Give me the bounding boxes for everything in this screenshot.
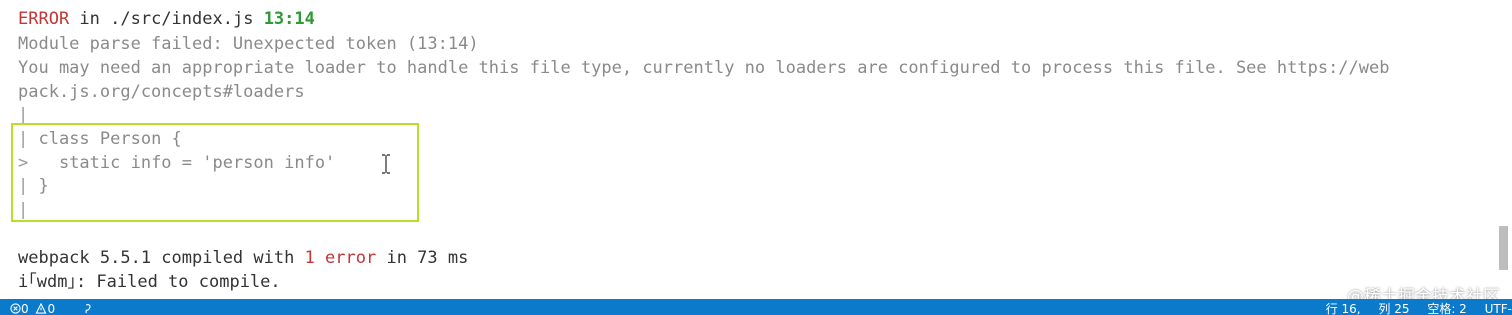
compile-error-count: 1 error	[304, 248, 377, 268]
compile-summary-prefix: webpack 5.5.1 compiled with	[18, 248, 305, 268]
error-label: ERROR	[18, 9, 70, 29]
warning-triangle-icon	[35, 302, 47, 314]
warnings-count: 0	[47, 302, 56, 315]
status-bar: 0 0 行 16, 列 25 空格: 2 UTF-	[0, 299, 1512, 315]
terminal-scrollbar[interactable]	[1494, 0, 1512, 299]
file-encoding[interactable]: UTF-	[1485, 302, 1512, 315]
error-position: 13:14	[263, 9, 315, 29]
text-cursor-icon	[382, 154, 390, 174]
scrollbar-thumb[interactable]	[1499, 226, 1508, 270]
error-circle-icon	[10, 303, 21, 314]
indent-spaces[interactable]: 空格: 2	[1427, 302, 1467, 315]
compile-summary-suffix: in 73 ms	[376, 248, 469, 268]
loader-message-line-2: pack.js.org/concepts#loaders	[18, 82, 305, 102]
status-bar-left: 0 0	[10, 301, 99, 315]
errors-count: 0	[21, 302, 29, 315]
problems-indicator[interactable]: 0 0	[10, 301, 55, 315]
terminal-output[interactable]: ERROR in ./src/index.js 13:14 Module par…	[0, 0, 1494, 299]
status-bar-right: 行 16, 列 25 空格: 2 UTF-	[1298, 301, 1512, 315]
error-in-text: in	[69, 9, 111, 29]
sync-button[interactable]	[83, 301, 93, 315]
wdm-status-line: i｢wdm｣: Failed to compile.	[18, 272, 281, 292]
sync-icon	[85, 304, 91, 314]
parse-failed-message: Module parse failed: Unexpected token (1…	[18, 34, 479, 54]
loader-message-line-1: You may need an appropriate loader to ha…	[18, 58, 1390, 78]
error-file-path: ./src/index.js	[110, 9, 254, 29]
cursor-line: 行 16	[1325, 302, 1357, 315]
cursor-col: 列 25	[1378, 302, 1410, 315]
error-header: ERROR in ./src/index.js 13:14	[18, 8, 315, 31]
compile-summary: webpack 5.5.1 compiled with 1 error in 7…	[18, 247, 468, 270]
cursor-line-col[interactable]: 行 16, 列 25	[1312, 302, 1410, 315]
code-highlight-box	[11, 123, 419, 222]
